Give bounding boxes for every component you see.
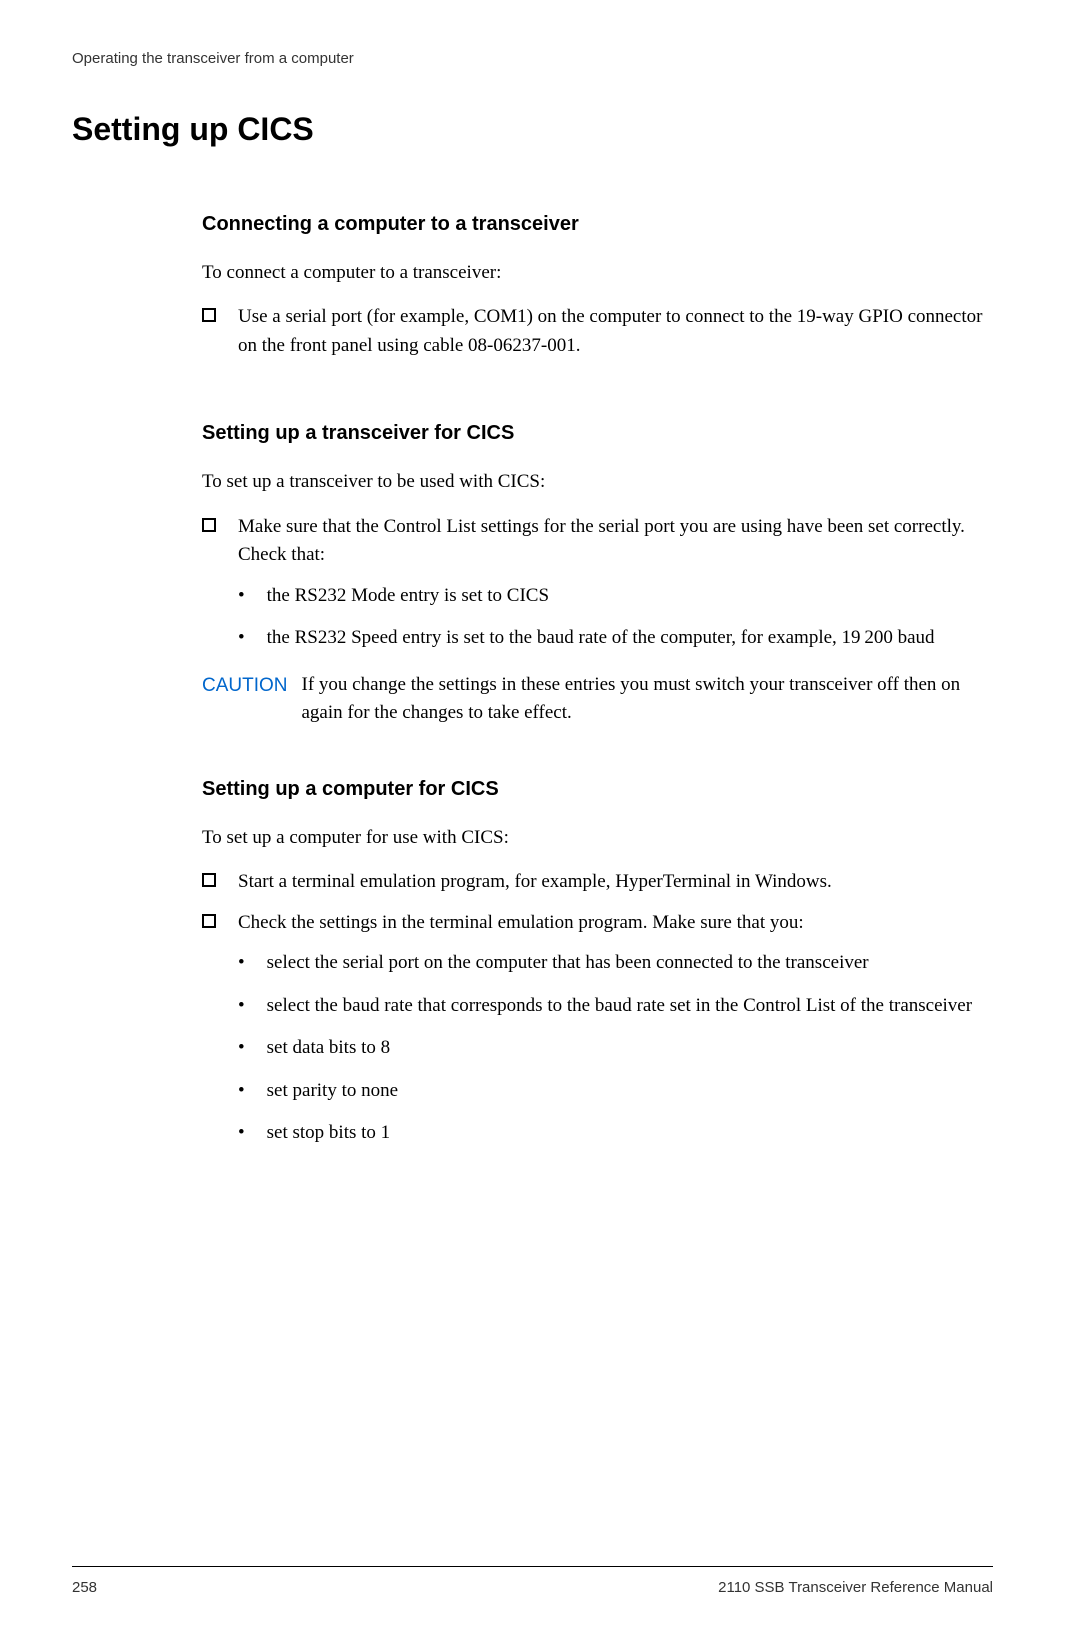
section3-bullet-list: • select the serial port on the computer… <box>238 949 993 1148</box>
bullet-item: • set parity to none <box>238 1077 993 1106</box>
section1-checkbox-item: Use a serial port (for example, COM1) on… <box>202 303 993 360</box>
content-area: Connecting a computer to a transceiver T… <box>202 209 993 1148</box>
caution-label: CAUTION <box>202 671 288 701</box>
page-number: 258 <box>72 1577 97 1600</box>
section3-heading: Setting up a computer for CICS <box>202 774 993 804</box>
section3-checkbox-item1: Start a terminal emulation program, for … <box>202 868 993 897</box>
section3-intro: To set up a computer for use with CICS: <box>202 824 993 853</box>
checkbox-icon <box>202 873 216 887</box>
bullet-dot-icon: • <box>238 1077 245 1106</box>
section3-bullet4-text: set parity to none <box>267 1077 993 1106</box>
section1-heading: Connecting a computer to a transceiver <box>202 209 993 239</box>
caution-text: If you change the settings in these entr… <box>302 671 994 728</box>
section1-intro: To connect a computer to a transceiver: <box>202 259 993 288</box>
section2-bullet1-text: the RS232 Mode entry is set to CICS <box>267 582 993 611</box>
caution-row: CAUTION If you change the settings in th… <box>202 671 993 728</box>
bullet-dot-icon: • <box>238 582 245 611</box>
checkbox-icon <box>202 308 216 322</box>
page-title: Setting up CICS <box>72 105 993 153</box>
section1-item1-text: Use a serial port (for example, COM1) on… <box>238 303 993 360</box>
checkbox-icon <box>202 914 216 928</box>
section2-heading: Setting up a transceiver for CICS <box>202 418 993 448</box>
bullet-dot-icon: • <box>238 1119 245 1148</box>
page-header: Operating the transceiver from a compute… <box>72 48 993 71</box>
bullet-dot-icon: • <box>238 992 245 1021</box>
bullet-item: • the RS232 Mode entry is set to CICS <box>238 582 993 611</box>
checkbox-icon <box>202 518 216 532</box>
bullet-dot-icon: • <box>238 624 245 653</box>
section3-bullet2-text: select the baud rate that corresponds to… <box>267 992 993 1021</box>
section2-bullet2-text: the RS232 Speed entry is set to the baud… <box>267 624 993 653</box>
section3-item1-text: Start a terminal emulation program, for … <box>238 868 993 897</box>
bullet-item: • select the serial port on the computer… <box>238 949 993 978</box>
bullet-item: • set data bits to 8 <box>238 1034 993 1063</box>
bullet-item: • select the baud rate that corresponds … <box>238 992 993 1021</box>
bullet-item: • set stop bits to 1 <box>238 1119 993 1148</box>
section2-bullet-list: • the RS232 Mode entry is set to CICS • … <box>238 582 993 653</box>
section3-checkbox-item2: Check the settings in the terminal emula… <box>202 909 993 938</box>
bullet-dot-icon: • <box>238 1034 245 1063</box>
page-footer: 258 2110 SSB Transceiver Reference Manua… <box>72 1566 993 1600</box>
section3-bullet1-text: select the serial port on the computer t… <box>267 949 993 978</box>
section2-intro: To set up a transceiver to be used with … <box>202 468 993 497</box>
section2-item1-text: Make sure that the Control List settings… <box>238 513 993 570</box>
section3-bullet5-text: set stop bits to 1 <box>267 1119 993 1148</box>
section3-bullet3-text: set data bits to 8 <box>267 1034 993 1063</box>
section2-checkbox-item: Make sure that the Control List settings… <box>202 513 993 570</box>
section3-item2-text: Check the settings in the terminal emula… <box>238 909 993 938</box>
bullet-dot-icon: • <box>238 949 245 978</box>
bullet-item: • the RS232 Speed entry is set to the ba… <box>238 624 993 653</box>
document-name: 2110 SSB Transceiver Reference Manual <box>718 1577 993 1600</box>
